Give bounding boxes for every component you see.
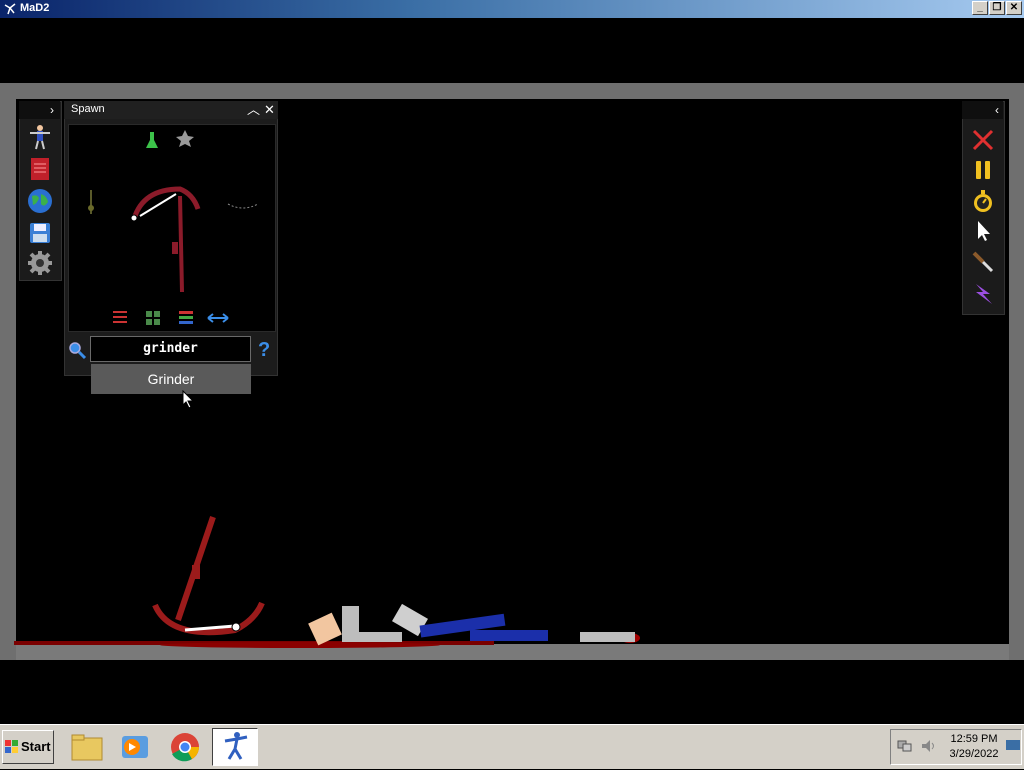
grid-view-icon[interactable] (146, 311, 160, 325)
mad2-taskbar-item[interactable] (212, 728, 258, 766)
windows-flag-icon (5, 740, 18, 753)
swap-arrows-icon[interactable] (207, 313, 229, 323)
clock-time: 12:59 PM (950, 733, 998, 745)
search-icon (69, 342, 87, 360)
ragdoll-1[interactable] (308, 606, 402, 646)
expand-arrow-icon[interactable]: › (50, 103, 54, 117)
sliders-icon[interactable] (113, 311, 127, 323)
left-toolbar-header: › (19, 101, 60, 119)
list-view-icon[interactable] (179, 311, 193, 324)
clock-date: 3/29/2022 (949, 748, 999, 760)
flask-icon[interactable] (146, 132, 158, 148)
scythe-object[interactable] (152, 516, 265, 636)
save-icon[interactable] (27, 220, 53, 246)
volume-icon[interactable] (920, 738, 938, 754)
settings-gear-icon[interactable] (27, 250, 53, 276)
scythe-preview[interactable] (130, 186, 201, 293)
collapse-arrow-icon[interactable]: ‹ (995, 103, 999, 117)
help-icon[interactable]: ? (258, 339, 270, 362)
media-player-taskbar-icon[interactable] (112, 728, 158, 766)
close-panel-icon[interactable]: ✕ (264, 103, 275, 117)
ragdoll-tool-icon[interactable] (27, 124, 53, 150)
lightning-tool-icon[interactable] (970, 280, 996, 306)
search-suggestion-item[interactable]: Grinder (91, 364, 251, 394)
start-button[interactable]: Start (2, 730, 54, 764)
clear-icon[interactable] (970, 127, 996, 153)
stopwatch-icon[interactable] (970, 188, 996, 214)
favorite-star-icon[interactable] (176, 130, 194, 147)
chrome-taskbar-icon[interactable] (162, 728, 208, 766)
knife-tool-icon[interactable] (970, 249, 996, 275)
right-toolbar-header: ‹ (962, 101, 1003, 119)
mad2-app-icon (224, 732, 248, 760)
pointer-tool-icon[interactable] (970, 218, 996, 244)
book-icon[interactable] (27, 156, 53, 182)
show-desktop-icon[interactable] (1006, 740, 1020, 752)
start-label: Start (21, 739, 51, 754)
spawn-preview-art (88, 130, 259, 325)
file-explorer-taskbar-icon[interactable] (64, 728, 110, 766)
spawn-panel-title: Spawn (71, 103, 105, 115)
globe-icon[interactable] (27, 188, 53, 214)
ragdoll-2[interactable] (392, 603, 635, 642)
pause-icon[interactable] (970, 157, 996, 183)
mouse-cursor-icon (182, 390, 195, 409)
collapse-panel-icon[interactable]: ︿ (247, 103, 260, 117)
network-icon[interactable] (896, 738, 914, 754)
search-input[interactable]: grinder (90, 336, 251, 362)
